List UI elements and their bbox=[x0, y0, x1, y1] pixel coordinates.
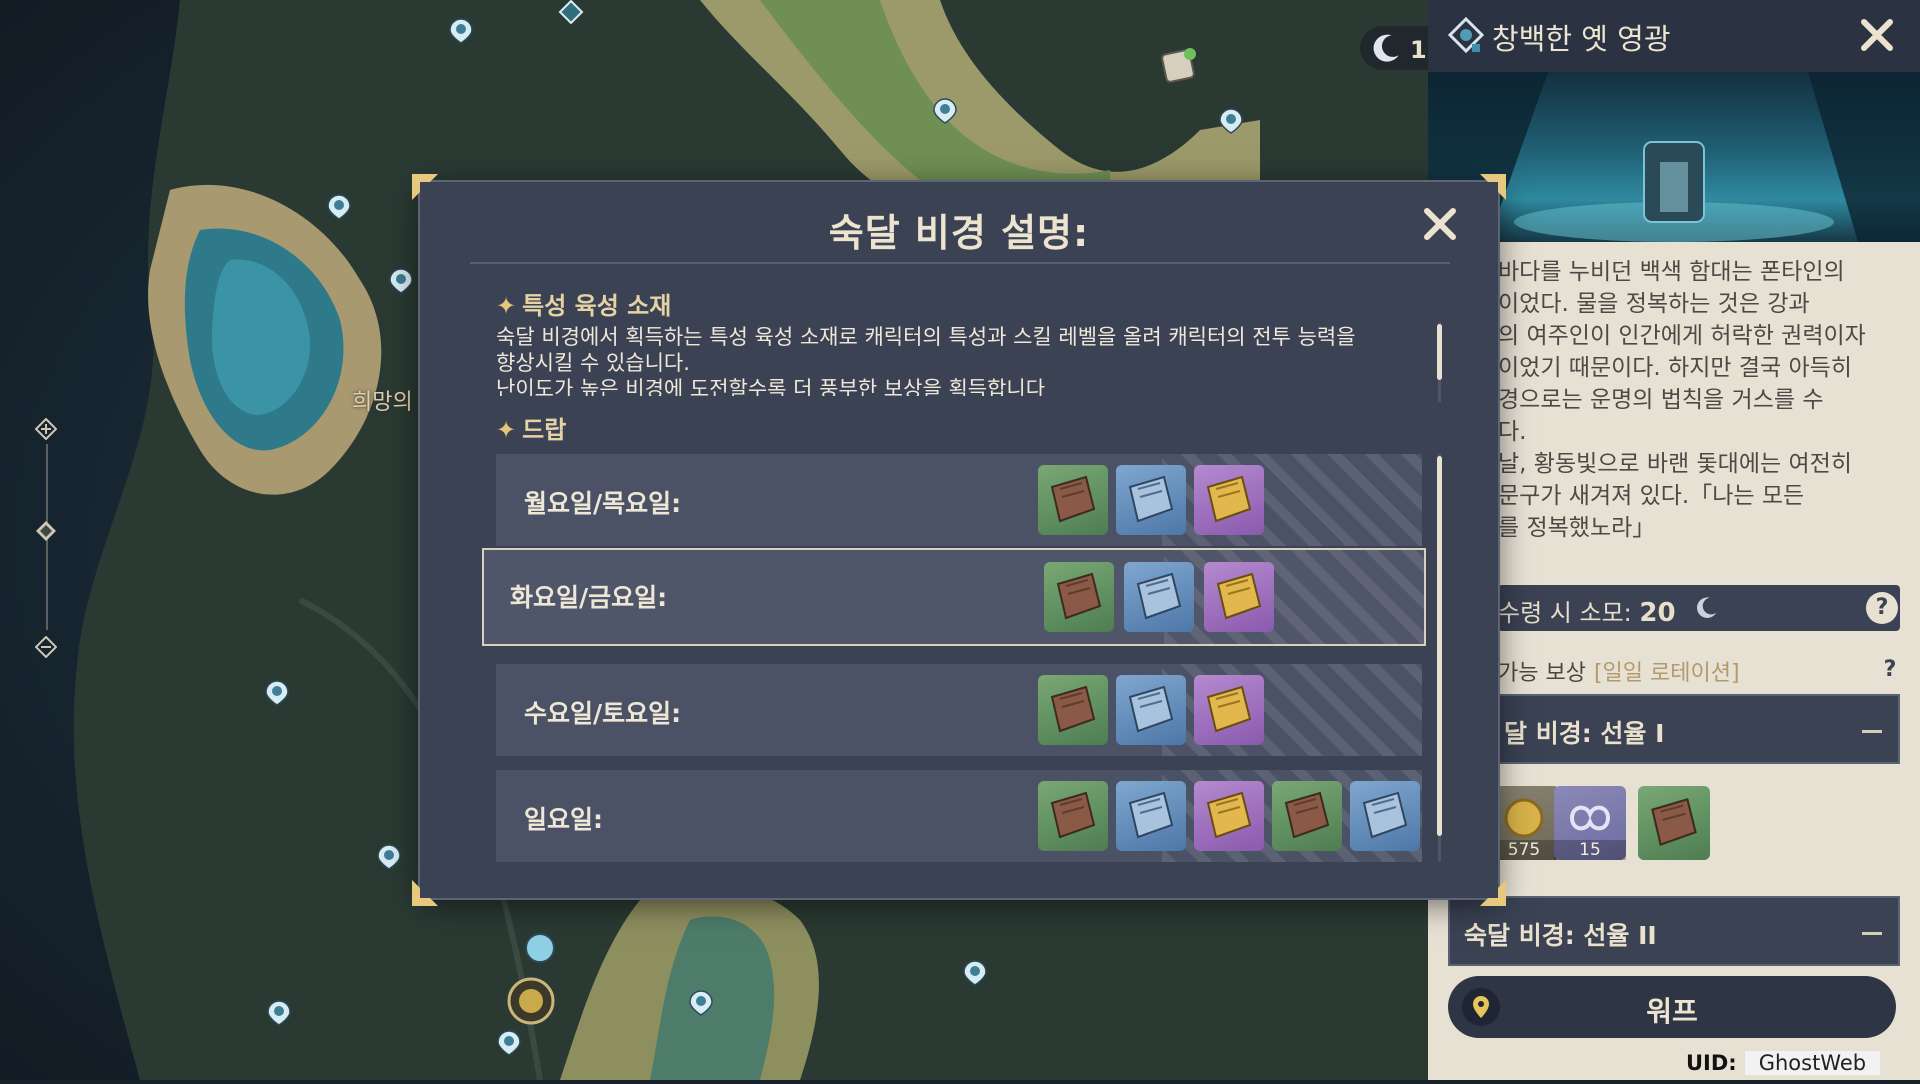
corner-ornament bbox=[412, 174, 438, 200]
resin-counter[interactable]: 11 bbox=[1360, 26, 1443, 70]
panel-title: 창백한 옛 영광 bbox=[1492, 22, 1671, 56]
talent-book-blue[interactable] bbox=[1350, 781, 1420, 851]
talent-book-blue[interactable] bbox=[1124, 562, 1194, 632]
section-heading-drop: ✦ 드랍 bbox=[496, 416, 567, 444]
description-scrollbar[interactable] bbox=[1437, 324, 1442, 380]
section-heading-talent: ✦ 특성 육성 소재 bbox=[496, 292, 672, 320]
claim-cost-bar: 수령 시 소모: 20 ? bbox=[1498, 585, 1900, 631]
title-divider bbox=[470, 262, 1450, 264]
zoom-control[interactable] bbox=[34, 417, 60, 659]
star-icon: ✦ bbox=[496, 292, 517, 320]
collapse-icon[interactable] bbox=[1862, 730, 1882, 733]
domain-detail-panel: 창백한 옛 영광 바다를 누비던 백색 함대는 폰타인의 이었다. 물을 정복하… bbox=[1428, 0, 1920, 1080]
talent-book-green[interactable] bbox=[1044, 562, 1114, 632]
moon-icon bbox=[1697, 597, 1717, 618]
talent-book-blue[interactable] bbox=[1116, 675, 1186, 745]
help-icon[interactable]: ? bbox=[1866, 592, 1898, 624]
domain-pin[interactable] bbox=[558, 0, 584, 26]
difficulty-section-2[interactable]: 숙달 비경: 선율 II bbox=[1448, 896, 1900, 966]
domain-info-dialog: 숙달 비경 설명: ✦ 특성 육성 소재 숙달 비경에서 획득하는 특성 육성 소… bbox=[412, 174, 1506, 906]
zoom-in-button[interactable] bbox=[34, 417, 58, 441]
teleport-waypoint-icon[interactable] bbox=[506, 976, 556, 1026]
dialog-title: 숙달 비경 설명: bbox=[828, 211, 1090, 255]
panel-header: 창백한 옛 영광 bbox=[1428, 0, 1920, 72]
waypoint-pin[interactable] bbox=[1218, 108, 1244, 134]
uid-display: UID: GhostWeb bbox=[1686, 1051, 1881, 1075]
drop-row-sunday[interactable]: 일요일: bbox=[496, 770, 1422, 862]
warp-button[interactable]: 워프 bbox=[1448, 976, 1896, 1038]
reward-talent-book[interactable] bbox=[1638, 786, 1710, 860]
moon-icon bbox=[1373, 34, 1399, 62]
talent-book-green[interactable] bbox=[1272, 781, 1342, 851]
waypoint-pin[interactable] bbox=[376, 844, 402, 870]
close-icon[interactable] bbox=[1420, 204, 1460, 244]
waypoint-pin[interactable] bbox=[266, 1000, 292, 1026]
quest-scroll-icon[interactable] bbox=[1158, 46, 1198, 86]
corner-ornament bbox=[1480, 174, 1506, 200]
talent-book-purple[interactable] bbox=[1204, 562, 1274, 632]
waypoint-pin[interactable] bbox=[496, 1030, 522, 1056]
talent-book-blue[interactable] bbox=[1116, 781, 1186, 851]
talent-description: 숙달 비경에서 획득하는 특성 육성 소재로 캐릭터의 특성과 스킬 레벨을 올… bbox=[496, 325, 1356, 396]
claim-cost: 수령 시 소모: 20 bbox=[1498, 598, 1676, 628]
talent-book-purple[interactable] bbox=[1194, 781, 1264, 851]
close-icon[interactable] bbox=[1856, 14, 1898, 56]
drop-row-wed-sat[interactable]: 수요일/토요일: bbox=[496, 664, 1422, 756]
waypoint-pin[interactable] bbox=[388, 268, 414, 294]
corner-ornament bbox=[1480, 880, 1506, 906]
corner-ornament bbox=[412, 880, 438, 906]
collapse-icon[interactable] bbox=[1862, 932, 1882, 935]
domain-description: 바다를 누비던 백색 함대는 폰타인의 이었다. 물을 정복하는 것은 강과 의… bbox=[1498, 259, 1866, 541]
waypoint-pin[interactable] bbox=[264, 680, 290, 706]
zoom-slider-handle[interactable] bbox=[35, 520, 57, 542]
waypoint-pin[interactable] bbox=[688, 990, 714, 1016]
zoom-out-button[interactable] bbox=[34, 635, 58, 659]
waypoint-pin[interactable] bbox=[448, 18, 474, 44]
talent-book-blue[interactable] bbox=[1116, 465, 1186, 535]
star-icon: ✦ bbox=[496, 416, 517, 444]
drop-row-mon-thu[interactable]: 월요일/목요일: bbox=[496, 454, 1422, 546]
waypoint-pin[interactable] bbox=[962, 960, 988, 986]
waypoint-pin[interactable] bbox=[932, 98, 958, 124]
rewards-help-icon[interactable]: ? bbox=[1874, 654, 1906, 686]
region-label: 희망의 bbox=[352, 390, 413, 415]
rewards-heading: 가능 보상 [일일 로테이션] bbox=[1498, 661, 1740, 686]
difficulty-section-1[interactable]: 달 비경: 선율 I bbox=[1488, 694, 1900, 764]
talent-book-green[interactable] bbox=[1038, 465, 1108, 535]
talent-book-green[interactable] bbox=[1038, 675, 1108, 745]
drops-scrollbar[interactable] bbox=[1437, 456, 1442, 836]
talent-book-purple[interactable] bbox=[1194, 465, 1264, 535]
talent-book-purple[interactable] bbox=[1194, 675, 1264, 745]
domain-artwork bbox=[1428, 72, 1920, 242]
reward-mora[interactable]: 575 bbox=[1488, 786, 1560, 860]
reward-exp[interactable]: 15 bbox=[1554, 786, 1626, 860]
waypoint-pin[interactable] bbox=[326, 194, 352, 220]
talent-book-green[interactable] bbox=[1038, 781, 1108, 851]
statue-icon[interactable] bbox=[524, 932, 556, 964]
domain-icon bbox=[1447, 16, 1485, 54]
drop-row-tue-fri[interactable]: 화요일/금요일: bbox=[482, 548, 1426, 646]
